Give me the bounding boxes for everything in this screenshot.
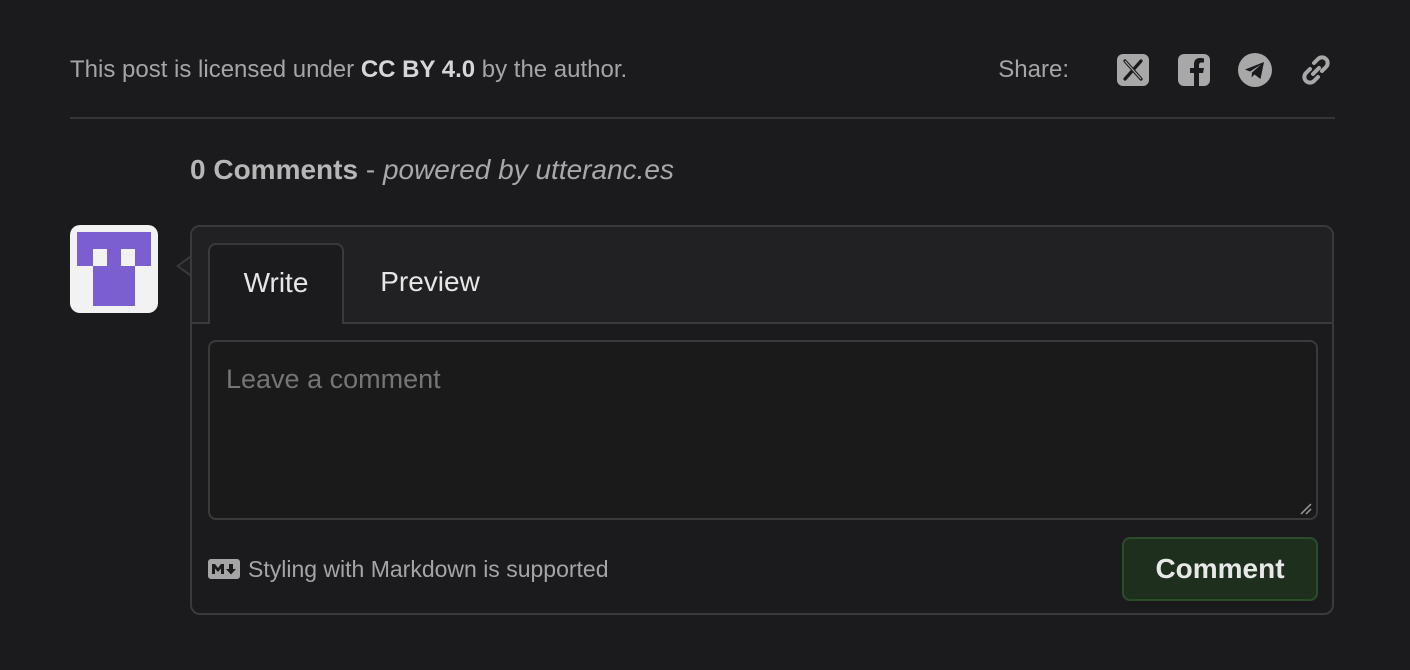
license-link[interactable]: CC BY 4.0	[361, 56, 475, 83]
comment-input[interactable]	[208, 340, 1318, 520]
telegram-icon[interactable]	[1236, 51, 1274, 89]
divider	[70, 117, 1335, 119]
license-suffix: by the author.	[475, 56, 628, 83]
editor-footer: Styling with Markdown is supported Comme…	[208, 537, 1318, 601]
comment-submit-button[interactable]: Comment	[1122, 537, 1318, 601]
share-label: Share:	[998, 56, 1069, 83]
markdown-icon	[208, 559, 240, 579]
avatar[interactable]	[70, 225, 158, 313]
markdown-note-text: Styling with Markdown is supported	[248, 555, 609, 582]
resize-grip-icon[interactable]	[1300, 503, 1312, 515]
tab-write[interactable]: Write	[208, 243, 344, 324]
license-text: This post is licensed under CC BY 4.0 by…	[70, 56, 627, 84]
link-icon[interactable]	[1297, 51, 1335, 89]
x-twitter-icon[interactable]	[1114, 51, 1152, 89]
tab-preview[interactable]: Preview	[362, 243, 498, 324]
markdown-note[interactable]: Styling with Markdown is supported	[208, 556, 609, 583]
license-bar: This post is licensed under CC BY 4.0 by…	[70, 46, 1335, 94]
facebook-icon[interactable]	[1175, 51, 1213, 89]
comment-count: 0 Comments	[190, 154, 359, 185]
license-prefix: This post is licensed under	[70, 56, 361, 83]
share-bar: Share:	[998, 51, 1335, 89]
powered-by-link[interactable]: powered by utteranc.es	[383, 154, 674, 185]
comments-heading: 0 Comments - powered by utteranc.es	[190, 154, 674, 186]
editor-tabs: Write Preview	[192, 227, 1332, 324]
comment-form: Write Preview Styling with Markdown is s…	[190, 225, 1334, 615]
utterances-logo-icon	[77, 232, 151, 306]
heading-separator: -	[358, 154, 383, 185]
